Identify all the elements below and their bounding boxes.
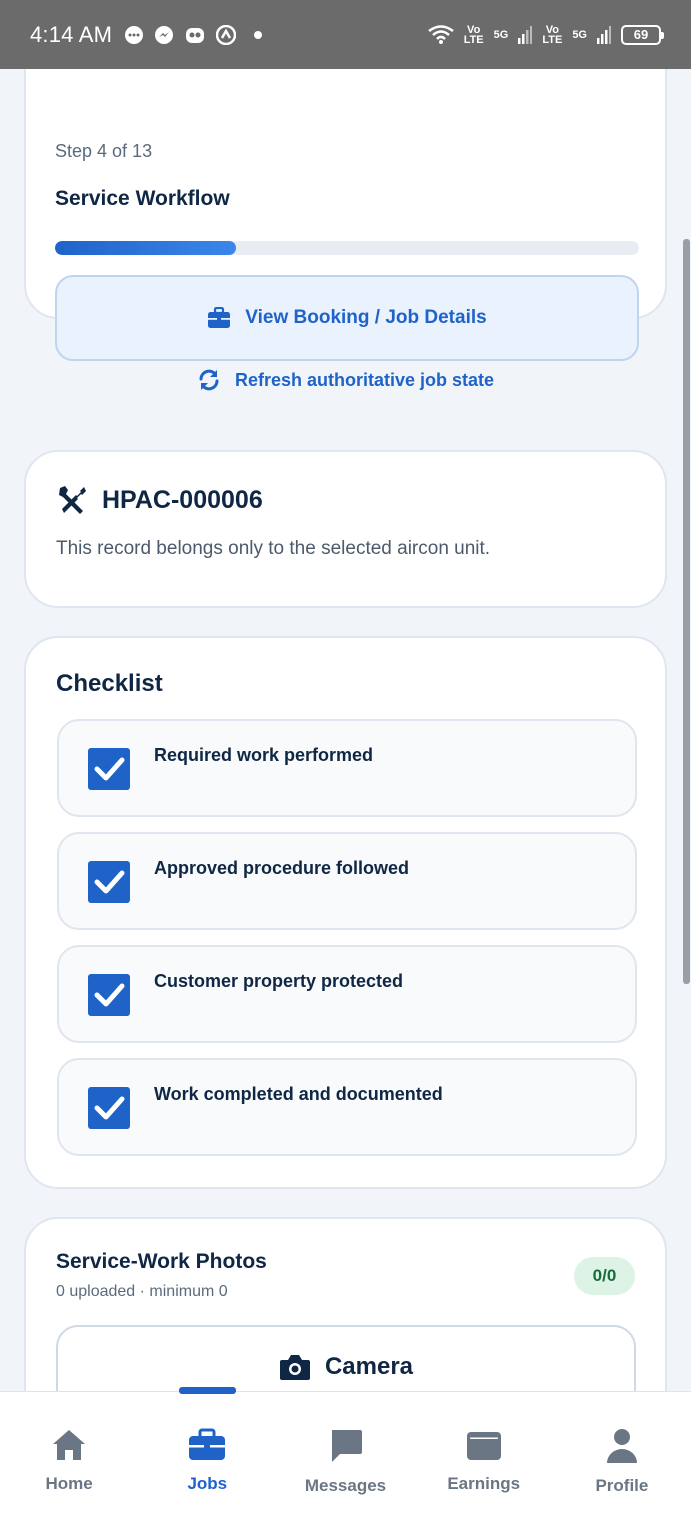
view-booking-label: View Booking / Job Details	[245, 307, 487, 328]
checkbox-checked[interactable]	[88, 861, 130, 903]
checkmark-icon	[94, 1096, 125, 1120]
refresh-icon	[199, 369, 219, 391]
workflow-card: Step 4 of 13 Service Workflow View Booki…	[24, 69, 667, 361]
more-notifications-dot	[254, 30, 263, 39]
checkbox-checked[interactable]	[88, 1087, 130, 1129]
nav-home[interactable]: Home	[0, 1392, 138, 1536]
checklist-title: Checklist	[56, 670, 163, 697]
briefcase-icon	[208, 307, 231, 328]
camera-button[interactable]: Camera	[56, 1325, 636, 1391]
nav-jobs[interactable]: Jobs	[138, 1387, 276, 1536]
camera-label: Camera	[324, 1353, 414, 1380]
wifi-icon	[427, 24, 454, 44]
nav-active-indicator	[178, 1387, 236, 1394]
camera-icon	[279, 1355, 310, 1380]
checkbox-checked[interactable]	[88, 974, 130, 1016]
bottom-navigation: Home Jobs Messages Earnings Profile	[0, 1387, 691, 1536]
photos-card: Service-Work Photos 0 uploaded · minimum…	[24, 1217, 667, 1391]
network-5g-2: 5G	[572, 28, 587, 41]
checklist-card: Checklist Required work performed Approv…	[24, 636, 667, 1189]
volte-indicator-1: Vo LTE	[463, 23, 484, 46]
checklist-item[interactable]: Approved procedure followed	[57, 832, 637, 930]
checklist-item[interactable]: Work completed and documented	[57, 1058, 637, 1156]
status-time: 4:14 AM	[30, 21, 113, 47]
notification-icons	[124, 24, 263, 45]
wallet-icon	[466, 1432, 501, 1460]
briefcase-icon	[189, 1428, 226, 1460]
signal-icon	[597, 25, 611, 44]
record-description: This record belongs only to the selected…	[56, 538, 491, 559]
battery-icon: 69	[621, 24, 664, 45]
status-right-icons: Vo LTE 5G Vo LTE 5G 69	[427, 23, 664, 46]
nav-profile[interactable]: Profile	[553, 1392, 691, 1536]
network-5g-1: 5G	[493, 28, 509, 41]
volte-top: Vo	[467, 23, 481, 36]
photos-title: Service-Work Photos	[56, 1250, 267, 1273]
nav-profile-label: Profile	[595, 1476, 649, 1495]
record-title: HPAC-000006	[102, 485, 263, 514]
photos-count-badge: 0/0	[574, 1257, 635, 1295]
checklist-item-label: Approved procedure followed	[154, 858, 410, 878]
volte-indicator-2: Vo LTE	[542, 23, 563, 46]
nav-earnings-label: Earnings	[447, 1474, 521, 1493]
nav-home-label: Home	[45, 1474, 93, 1493]
checkmark-icon	[94, 983, 125, 1007]
workflow-progress-bar	[55, 241, 639, 255]
workflow-progress-fill	[55, 241, 237, 255]
volte-bottom: LTE	[542, 33, 563, 46]
app-logo-icon	[216, 24, 237, 45]
person-icon	[606, 1429, 637, 1463]
record-header: HPAC-000006	[56, 484, 263, 516]
view-booking-button[interactable]: View Booking / Job Details	[55, 275, 639, 361]
battery-level: 69	[633, 27, 649, 42]
chat-icon	[331, 1430, 362, 1462]
checkmark-icon	[94, 757, 125, 781]
checklist-item[interactable]: Required work performed	[57, 719, 637, 817]
checklist-item-label: Customer property protected	[154, 971, 404, 991]
nav-messages[interactable]: Messages	[276, 1392, 414, 1536]
refresh-label: Refresh authoritative job state	[234, 369, 495, 390]
checklist-item[interactable]: Customer property protected	[57, 945, 637, 1043]
nav-messages-label: Messages	[304, 1476, 387, 1495]
robot-icon	[186, 27, 205, 43]
signal-icon	[518, 25, 533, 44]
volte-bottom: LTE	[463, 33, 484, 46]
home-icon	[53, 1430, 86, 1460]
nav-earnings[interactable]: Earnings	[415, 1392, 553, 1536]
refresh-job-state-link[interactable]: Refresh authoritative job state	[0, 365, 691, 395]
record-card: HPAC-000006 This record belongs only to …	[24, 450, 667, 608]
checklist-item-label: Work completed and documented	[154, 1084, 443, 1104]
main-content[interactable]: Step 4 of 13 Service Workflow View Booki…	[0, 69, 691, 1391]
photos-subtitle: 0 uploaded · minimum 0	[56, 1283, 228, 1300]
scrollbar[interactable]	[683, 239, 690, 984]
volte-top: Vo	[545, 23, 559, 36]
messenger-icon	[155, 25, 174, 44]
nav-jobs-label: Jobs	[187, 1474, 228, 1493]
checkmark-icon	[94, 870, 125, 894]
checkbox-checked[interactable]	[88, 748, 130, 790]
step-indicator: Step 4 of 13	[55, 141, 153, 161]
checklist-item-label: Required work performed	[154, 745, 374, 765]
status-bar: 4:14 AM Vo LTE 5G Vo LTE 5G 69	[0, 0, 691, 69]
chat-bubble-icon	[125, 25, 144, 44]
workflow-title: Service Workflow	[55, 187, 230, 210]
tools-icon	[59, 486, 86, 514]
